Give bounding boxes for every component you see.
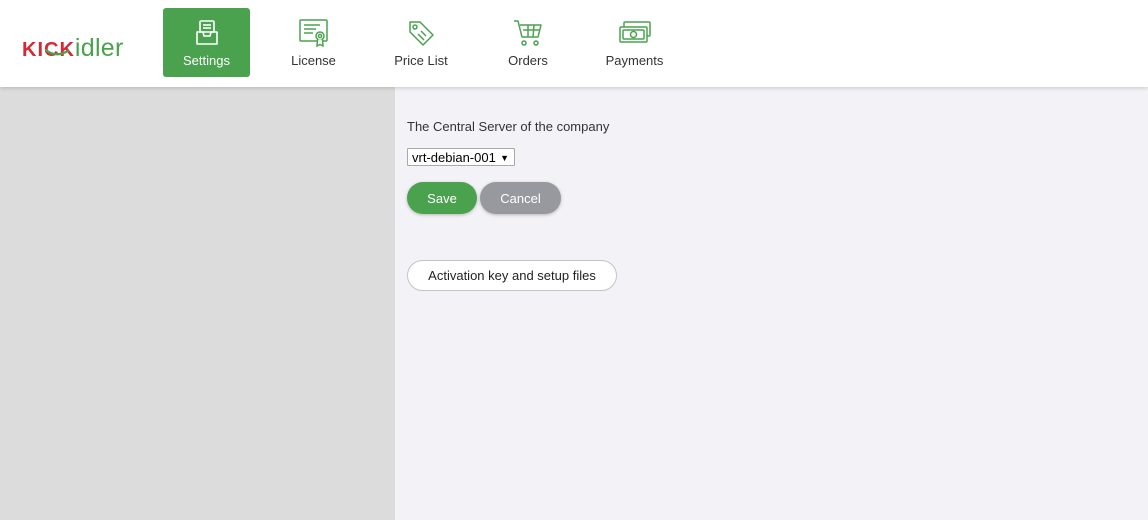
banknotes-icon xyxy=(617,18,653,48)
price-tag-icon xyxy=(406,18,436,48)
server-select-value: vrt-debian-001 xyxy=(412,149,496,165)
cancel-button[interactable]: Cancel xyxy=(480,182,561,214)
nav-item-price-list[interactable]: Price List xyxy=(380,8,462,77)
central-server-label: The Central Server of the company xyxy=(407,119,610,134)
logo-idler-text: idler xyxy=(74,34,124,62)
nav-label-payments: Payments xyxy=(605,53,664,68)
logo-swoosh-icon xyxy=(45,49,69,56)
nav-label-license: License xyxy=(291,53,336,68)
nav-item-settings[interactable]: Settings xyxy=(163,8,250,77)
activation-key-button[interactable]: Activation key and setup files xyxy=(407,260,617,291)
nav-label-price-list: Price List xyxy=(394,53,448,68)
left-sidebar xyxy=(0,87,395,520)
nav-item-license[interactable]: License xyxy=(272,8,355,77)
license-certificate-icon xyxy=(298,18,330,48)
save-button[interactable]: Save xyxy=(407,182,477,214)
kickidler-logo[interactable]: KICK idler xyxy=(22,28,124,62)
settings-tray-icon xyxy=(194,18,220,48)
top-navigation-bar: KICK idler Settings License Price List O… xyxy=(0,0,1148,87)
dropdown-arrow-icon: ▼ xyxy=(500,153,509,163)
nav-label-orders: Orders xyxy=(508,53,548,68)
shopping-cart-icon xyxy=(512,18,544,48)
settings-panel: The Central Server of the company vrt-de… xyxy=(395,87,1148,520)
nav-label-settings: Settings xyxy=(183,53,230,68)
nav-item-payments[interactable]: Payments xyxy=(596,8,673,77)
central-server-select[interactable]: vrt-debian-001 ▼ xyxy=(407,148,515,166)
nav-item-orders[interactable]: Orders xyxy=(494,8,562,77)
